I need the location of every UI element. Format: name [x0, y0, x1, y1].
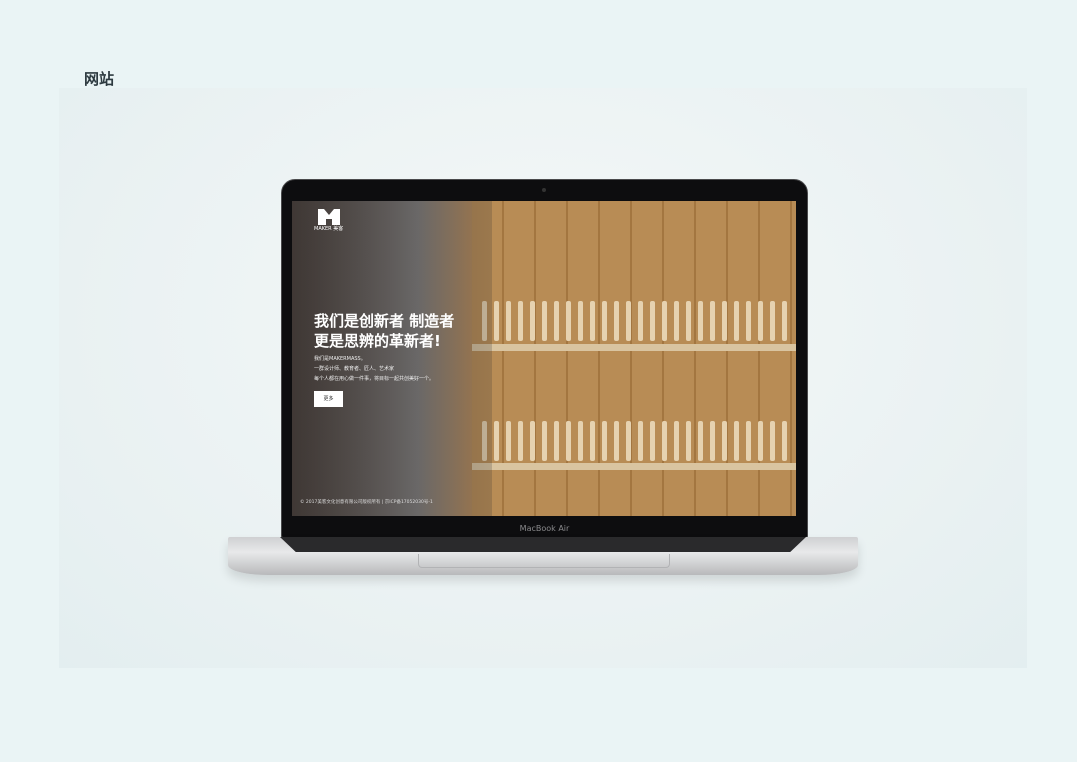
tool-handle [674, 421, 679, 461]
tool-handle [542, 421, 547, 461]
tool-handle [506, 421, 511, 461]
tool-handle [686, 421, 691, 461]
footer-copyright: © 2017美客文化创意有限公司版权所有 | 京ICP备17052030号-1 [300, 500, 433, 505]
tool-handle [518, 421, 523, 461]
tool-handle [578, 301, 583, 341]
tool-handle [650, 421, 655, 461]
camera-icon [542, 188, 546, 192]
tool-handle [518, 301, 523, 341]
more-button[interactable]: 更多 [314, 391, 343, 407]
tool-handle [698, 421, 703, 461]
tool-handle [662, 301, 667, 341]
tool-handle [662, 421, 667, 461]
tool-handle [578, 421, 583, 461]
section-title: 网站 [84, 70, 115, 88]
tool-handle [710, 301, 715, 341]
device-brand: MacBook Air [519, 524, 570, 533]
tool-handle [686, 301, 691, 341]
tool-handle [734, 301, 739, 341]
tool-handle [758, 301, 763, 341]
tool-handle [734, 421, 739, 461]
tool-handle [650, 301, 655, 341]
tool-handle [506, 301, 511, 341]
tool-handle [602, 301, 607, 341]
keyboard [280, 537, 806, 552]
tool-handle [710, 421, 715, 461]
tool-handle [554, 301, 559, 341]
tool-handle [494, 421, 499, 461]
tool-handle [626, 301, 631, 341]
tool-handle [770, 421, 775, 461]
tool-handle [530, 301, 535, 341]
tool-handle [638, 421, 643, 461]
tool-handle [722, 421, 727, 461]
rack [472, 463, 796, 470]
tool-handle [770, 301, 775, 341]
tool-handle [782, 301, 787, 341]
tool-handle [566, 421, 571, 461]
tool-handle [626, 421, 631, 461]
site-logo: MAKER 美客 [314, 209, 343, 232]
website-screen: MAKER 美客 我们是创新者 制造者 更是思辨的革新者! 我们是MAKERMA… [292, 201, 796, 516]
tool-handle [542, 301, 547, 341]
tool-handle [566, 301, 571, 341]
tool-handle [746, 421, 751, 461]
tool-handle [554, 421, 559, 461]
tool-handle [530, 421, 535, 461]
laptop-lid: MAKER 美客 我们是创新者 制造者 更是思辨的革新者! 我们是MAKERMA… [281, 179, 808, 538]
headline: 我们是创新者 制造者 更是思辨的革新者! [314, 312, 455, 350]
tool-handle [602, 421, 607, 461]
laptop-base [228, 537, 858, 575]
tool-handle [494, 301, 499, 341]
tool-handle [590, 421, 595, 461]
trackpad-notch [418, 554, 670, 568]
tool-handle [590, 301, 595, 341]
tool-handle [674, 301, 679, 341]
tool-handle [638, 301, 643, 341]
tool-handle [782, 421, 787, 461]
rack [472, 344, 796, 351]
tool-handle [698, 301, 703, 341]
tool-handle [746, 301, 751, 341]
tool-handle [722, 301, 727, 341]
tool-handle [614, 421, 619, 461]
tool-handle [614, 301, 619, 341]
tool-handle [758, 421, 763, 461]
intro-text: 我们是MAKERMASS。 一群设计师、教育者、匠人、艺术家 每个人都在用心做一… [314, 356, 435, 382]
